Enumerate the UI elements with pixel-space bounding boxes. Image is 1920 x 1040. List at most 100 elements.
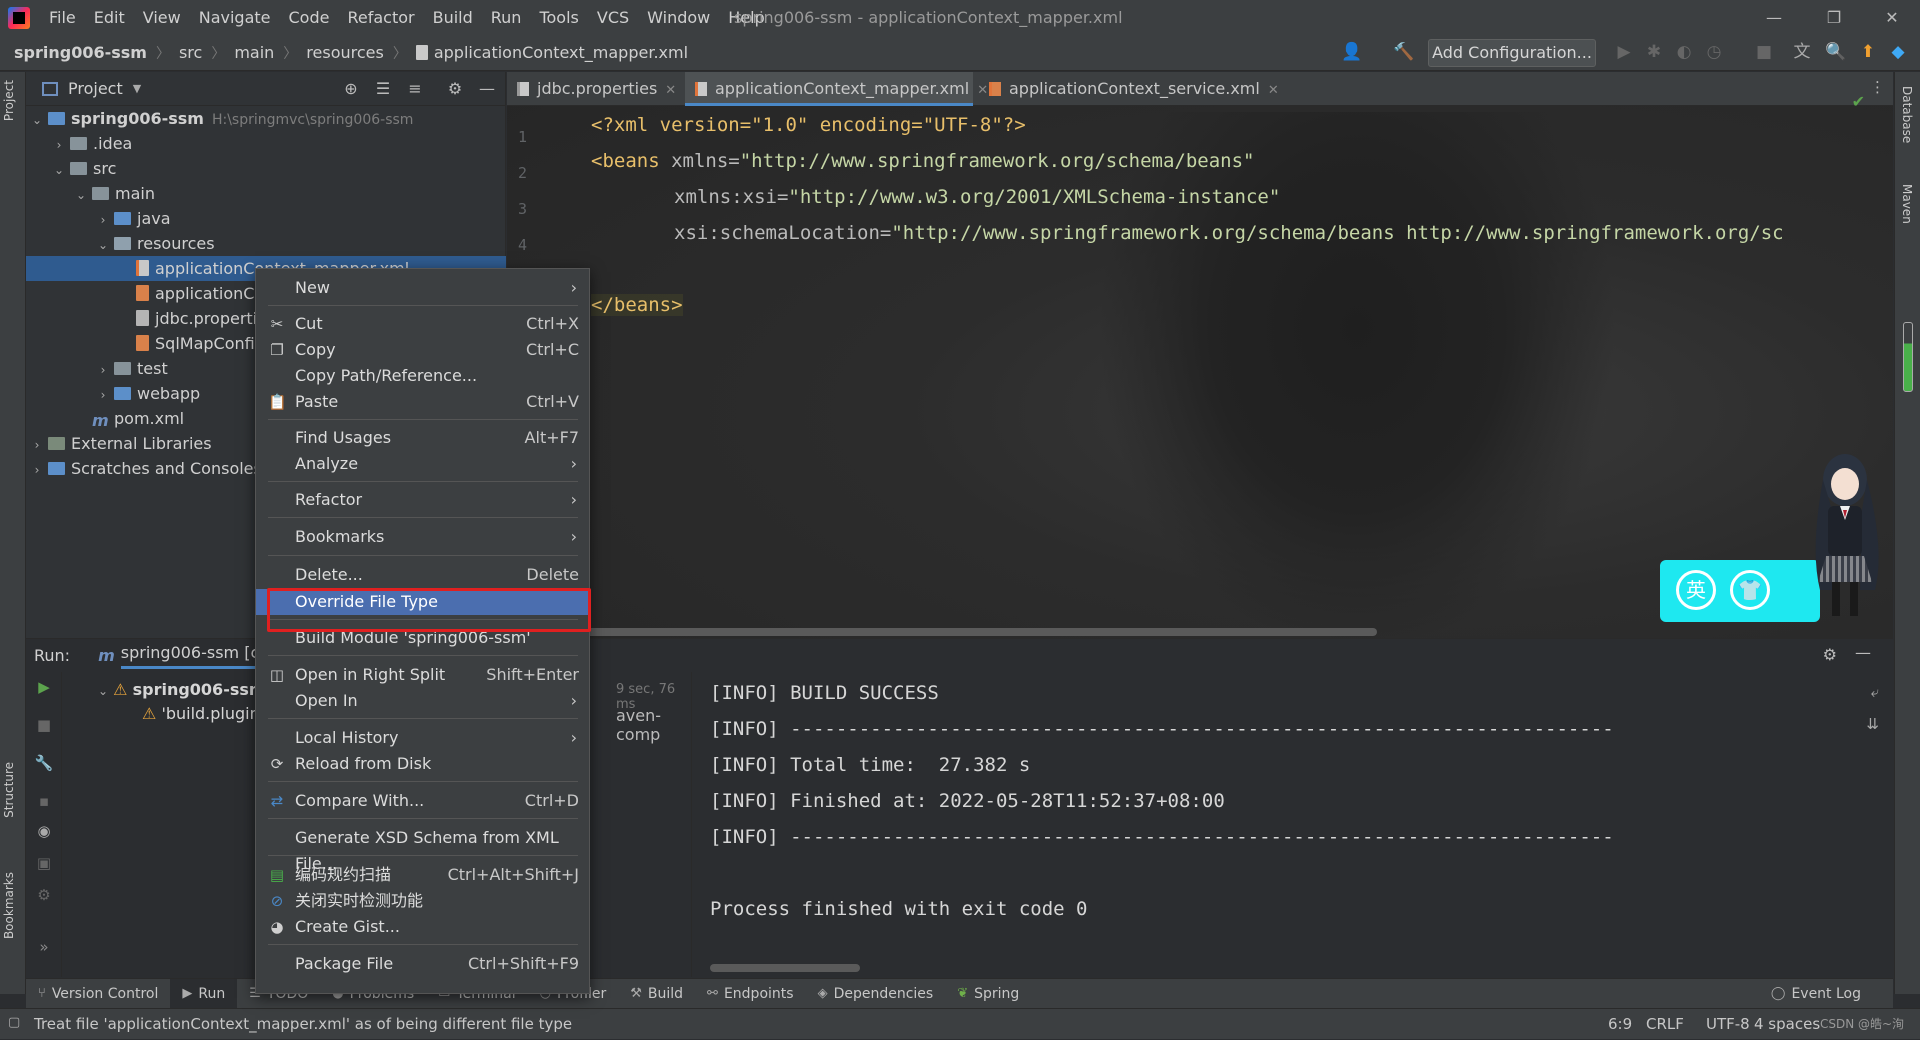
close-tab-icon[interactable]: ✕ [1268,83,1279,98]
menu-item-delete[interactable]: Delete... Delete [256,562,589,588]
stop-icon[interactable]: ■ [34,716,54,736]
chevron-down-icon[interactable]: ⌄ [52,158,66,183]
debug-icon[interactable]: ✱ [1642,40,1666,64]
menu-item-package-file[interactable]: Package File Ctrl+Shift+F9 [256,951,589,977]
hide-icon[interactable]: — [1855,643,1871,662]
run-config-tab[interactable]: spring006-ssm [co [120,643,270,669]
plugin-icon[interactable]: ◆ [1886,40,1910,64]
code-line-3[interactable]: xmlns:xsi="http://www.w3.org/2001/XMLSch… [674,186,1280,208]
tab-endpoints[interactable]: ⚯ Endpoints [695,979,806,1009]
menu-refactor[interactable]: Refactor [338,0,423,35]
wrench-icon[interactable]: 🔧 [34,754,54,774]
console-hscrollbar[interactable] [710,964,860,972]
code-line-2[interactable]: <beans xmlns="http://www.springframework… [591,150,1254,172]
close-icon[interactable]: ✕ [1864,0,1920,35]
menu-window[interactable]: Window [638,0,719,35]
update-icon[interactable]: ⬆ [1856,40,1880,64]
tab-event-log[interactable]: ◯ Event Log [1759,979,1873,1009]
chevron-down-icon[interactable]: ⌄ [96,233,110,258]
user-icon[interactable]: 👤 [1340,40,1364,64]
rerun-icon[interactable]: ▶ [34,678,54,698]
line-separator[interactable]: CRLF [1646,1009,1684,1040]
menu-item-copy-path[interactable]: Copy Path/Reference... [256,363,589,389]
breadcrumb-main[interactable]: main [234,43,274,62]
menu-item-find-usages[interactable]: Find Usages Alt+F7 [256,425,589,451]
project-panel-title[interactable]: Project [68,79,123,98]
chevron-right-icon[interactable]: › [96,383,110,408]
tab-mapper-xml[interactable]: applicationContext_mapper.xml ✕ [685,72,988,106]
minimize-icon[interactable]: — [1746,0,1802,35]
breadcrumb-file[interactable]: applicationContext_mapper.xml [434,43,688,62]
more-icon[interactable]: » [34,938,54,958]
tree-item-src[interactable]: ⌄ src [26,156,506,181]
settings-icon[interactable]: ⚙ [34,886,54,906]
chevron-down-icon[interactable]: ▼ [133,82,141,95]
menu-item-cut[interactable]: ✂ Cut Ctrl+X [256,311,589,337]
tree-item-idea[interactable]: › .idea [26,131,506,156]
menu-item-create-gist[interactable]: ◕ Create Gist... [256,914,589,940]
toggle-icon[interactable]: ▪ [34,792,54,812]
restore-icon[interactable]: ❐ [1806,0,1862,35]
scroll-to-end-icon[interactable]: ⇊ [1866,715,1879,733]
menu-vcs[interactable]: VCS [588,0,638,35]
expand-all-icon[interactable]: ☰ [372,78,394,100]
outfit-widget-button[interactable]: 👕 [1730,570,1770,610]
tab-jdbc-properties[interactable]: jdbc.properties ✕ [507,72,679,106]
camera-icon[interactable]: ▣ [34,854,54,874]
menu-view[interactable]: View [134,0,190,35]
tab-build[interactable]: ⚒ Build [618,979,695,1009]
translate-icon[interactable]: 文 [1790,40,1814,64]
menu-item-copy[interactable]: ❐ Copy Ctrl+C [256,337,589,363]
caret-position[interactable]: 6:9 [1608,1009,1632,1040]
eye-icon[interactable]: ◉ [34,822,54,842]
tab-service-xml[interactable]: applicationContext_service.xml ✕ [979,72,1279,106]
chevron-down-icon[interactable]: ⌄ [98,684,108,698]
coverage-icon[interactable]: ◐ [1672,40,1696,64]
build-hammer-icon[interactable]: 🔨 [1392,40,1416,64]
menu-item-open-right-split[interactable]: ◫ Open in Right Split Shift+Enter [256,662,589,688]
breadcrumb-project[interactable]: spring006-ssm [14,43,147,62]
chevron-right-icon[interactable]: › [30,433,44,458]
close-tab-icon[interactable]: ✕ [665,83,676,98]
menu-item-code-scan[interactable]: ▤ 编码规约扫描 Ctrl+Alt+Shift+J [256,862,589,888]
tab-version-control[interactable]: ⑂ Version Control [26,979,170,1009]
chevron-right-icon[interactable]: › [52,133,66,158]
breadcrumb-resources[interactable]: resources [306,43,384,62]
menu-run[interactable]: Run [482,0,531,35]
tree-item-main[interactable]: ⌄ main [26,181,506,206]
code-line-1[interactable]: <?xml version="1.0" encoding="UTF-8"?> [591,114,1026,136]
menu-item-new[interactable]: New › [256,275,589,301]
tree-item-project-root[interactable]: ⌄ spring006-ssm H:\springmvc\spring006-ssm [26,106,506,131]
inspection-ok-icon[interactable]: ✔ [1852,92,1865,111]
stop-icon[interactable]: ■ [1752,40,1776,64]
more-icon[interactable]: ⋮ [1870,78,1885,96]
menu-item-reload[interactable]: ⟳ Reload from Disk [256,751,589,777]
chevron-down-icon[interactable]: ⌄ [30,108,44,133]
chevron-down-icon[interactable]: ⌄ [74,183,88,208]
gear-icon[interactable]: ⚙ [444,78,466,100]
menu-edit[interactable]: Edit [85,0,134,35]
menu-item-compare[interactable]: ⇄ Compare With... Ctrl+D [256,788,589,814]
menu-item-bookmarks[interactable]: Bookmarks › [256,524,589,550]
horizontal-scrollbar[interactable] [577,628,1377,636]
menu-code[interactable]: Code [280,0,339,35]
translate-widget-button[interactable]: 英 [1676,570,1716,610]
code-line-4[interactable]: xsi:schemaLocation="http://www.springfra… [674,222,1784,244]
console-output[interactable]: [INFO] BUILD SUCCESS [INFO] ------------… [668,672,1868,977]
gear-icon[interactable]: ⚙ [1823,645,1837,664]
maven-side-tab[interactable]: Maven [1900,184,1914,224]
menu-item-generate-xsd[interactable]: Generate XSD Schema from XML File... [256,825,589,873]
menu-build[interactable]: Build [424,0,482,35]
collapse-all-icon[interactable]: ≡ [404,78,426,100]
menu-item-open-in[interactable]: Open In › [256,688,589,714]
chevron-right-icon[interactable]: › [30,458,44,483]
menu-item-close-realtime-check[interactable]: ⊘ 关闭实时检测功能 [256,888,589,914]
tab-run[interactable]: ▶ Run [170,978,238,1009]
menu-item-local-history[interactable]: Local History › [256,725,589,751]
menu-navigate[interactable]: Navigate [190,0,280,35]
status-toggle-icon[interactable]: ▢ [8,1015,20,1030]
chevron-right-icon[interactable]: › [96,208,110,233]
code-line-6[interactable]: </beans> [591,294,683,316]
tree-item-resources[interactable]: ⌄ resources [26,231,506,256]
menu-item-paste[interactable]: 📋 Paste Ctrl+V [256,389,589,415]
